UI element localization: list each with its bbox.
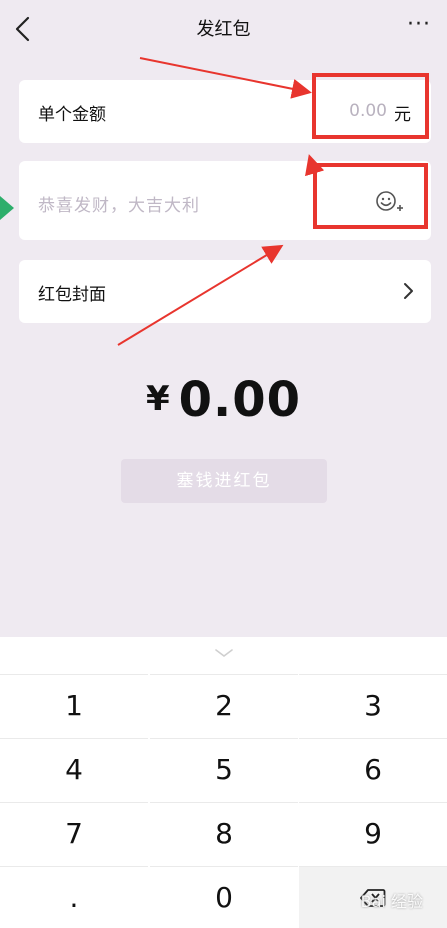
key-4[interactable]: 4 (0, 738, 148, 800)
key-7[interactable]: 7 (0, 802, 148, 864)
key-1[interactable]: 1 (0, 674, 148, 736)
annotation-arrow-1 (139, 57, 312, 99)
key-8[interactable]: 8 (150, 802, 298, 864)
key-5[interactable]: 5 (150, 738, 298, 800)
key-2[interactable]: 2 (150, 674, 298, 736)
key-dot[interactable]: . (0, 866, 148, 928)
annotation-arrow-3 (305, 154, 325, 179)
key-6[interactable]: 6 (299, 738, 447, 800)
key-9[interactable]: 9 (299, 802, 447, 864)
key-3[interactable]: 3 (299, 674, 447, 736)
numeric-keyboard: 1 2 3 4 5 6 7 8 9 . 0 Bai 经验 (0, 637, 447, 928)
keyboard-collapse-icon[interactable] (213, 647, 235, 659)
key-0[interactable]: 0 (150, 866, 298, 928)
annotation-arrow-2 (117, 244, 284, 346)
watermark: Bai 经验 (360, 892, 423, 911)
